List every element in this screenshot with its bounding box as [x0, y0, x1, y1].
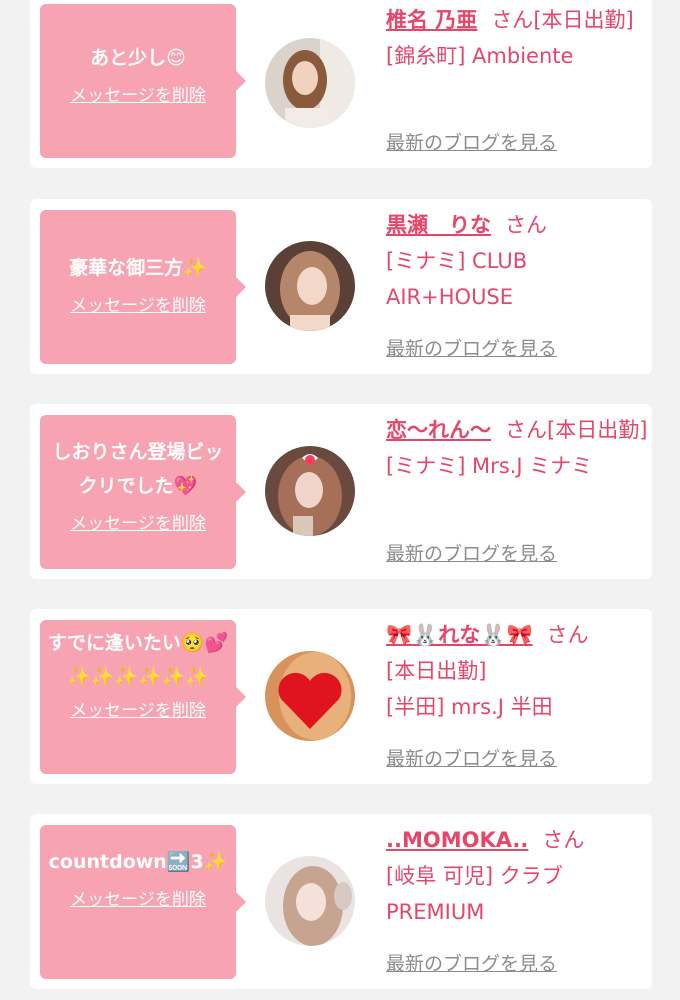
delete-message-link[interactable]: メッセージを削除 [70, 81, 206, 106]
message-text: countdown🔜3✨ [48, 851, 228, 873]
delete-message-link[interactable]: メッセージを削除 [70, 291, 206, 316]
avatar[interactable] [265, 241, 355, 331]
work-status: [本日出勤] [547, 418, 648, 442]
message-bubble: 豪華な御三方✨ メッセージを削除 [40, 210, 246, 364]
avatar[interactable] [265, 38, 355, 128]
honorific: さん [542, 828, 585, 852]
cast-info: 黒瀬 りな さん [ミナミ] CLUB AIR+HOUSE [386, 207, 648, 315]
cast-name[interactable]: 黒瀬 りな [386, 213, 491, 237]
cast-info: 椎名 乃亜 さん[本日出勤] [錦糸町] Ambiente [386, 2, 648, 74]
shop-name: [ミナミ] Mrs.J ミナミ [386, 454, 593, 478]
cast-info: ..MOMOKA.. さん [岐阜 可児] クラブ PREMIUM [386, 822, 648, 930]
message-bubble: しおりさん登場ビックリでした💖 メッセージを削除 [40, 415, 246, 569]
cast-name[interactable]: ..MOMOKA.. [386, 828, 528, 852]
delete-message-link[interactable]: メッセージを削除 [70, 885, 206, 910]
message-text: 豪華な御三方✨ [69, 257, 207, 279]
honorific: さん [505, 418, 547, 442]
work-status: [本日出勤] [386, 659, 487, 683]
cast-card: countdown🔜3✨ メッセージを削除 ..MOMOKA.. さん [岐阜 可… [30, 814, 652, 989]
latest-blog-link[interactable]: 最新のブログを見る [386, 334, 557, 361]
shop-name: [ミナミ] CLUB AIR+HOUSE [386, 249, 528, 309]
message-text: しおりさん登場ビックリでした💖 [52, 441, 224, 497]
cast-name[interactable]: 🎀🐰れな🐰🎀 [386, 623, 533, 647]
cast-name[interactable]: 椎名 乃亜 [386, 8, 477, 32]
shop-name: [錦糸町] Ambiente [386, 44, 574, 68]
cast-card: しおりさん登場ビックリでした💖 メッセージを削除 恋〜れん〜 さん[本日出勤] [… [30, 404, 652, 579]
avatar[interactable] [265, 446, 355, 536]
message-text: すでに逢いたい🥺💕✨✨✨✨✨✨ [47, 632, 229, 688]
message-text: あと少し😊 [90, 47, 186, 69]
shop-name: [半田] mrs.J 半田 [386, 695, 553, 719]
cast-name[interactable]: 恋〜れん〜 [386, 418, 491, 442]
honorific: さん [491, 8, 534, 32]
delete-message-link[interactable]: メッセージを削除 [70, 509, 206, 534]
shop-name: [岐阜 可児] クラブ PREMIUM [386, 864, 563, 924]
honorific: さん [505, 213, 547, 237]
work-status: [本日出勤] [533, 8, 634, 32]
cast-card: あと少し😊 メッセージを削除 椎名 乃亜 さん[本日出勤] [錦糸町] Ambie… [30, 0, 652, 168]
honorific: さん [546, 623, 589, 647]
delete-message-link[interactable]: メッセージを削除 [70, 696, 206, 721]
latest-blog-link[interactable]: 最新のブログを見る [386, 539, 557, 566]
latest-blog-link[interactable]: 最新のブログを見る [386, 128, 557, 155]
cast-card: すでに逢いたい🥺💕✨✨✨✨✨✨ メッセージを削除 🎀🐰れな🐰🎀 さん [本日出勤]… [30, 609, 652, 784]
latest-blog-link[interactable]: 最新のブログを見る [386, 949, 557, 976]
avatar[interactable] [265, 856, 355, 946]
avatar[interactable] [265, 651, 355, 741]
cast-info: 🎀🐰れな🐰🎀 さん [本日出勤] [半田] mrs.J 半田 [386, 617, 648, 725]
cast-card: 豪華な御三方✨ メッセージを削除 黒瀬 りな さん [ミナミ] CLUB AIR+… [30, 199, 652, 374]
message-bubble: countdown🔜3✨ メッセージを削除 [40, 825, 246, 979]
latest-blog-link[interactable]: 最新のブログを見る [386, 744, 557, 771]
message-bubble: すでに逢いたい🥺💕✨✨✨✨✨✨ メッセージを削除 [40, 620, 246, 774]
message-bubble: あと少し😊 メッセージを削除 [40, 4, 246, 158]
cast-info: 恋〜れん〜 さん[本日出勤] [ミナミ] Mrs.J ミナミ [386, 412, 648, 484]
